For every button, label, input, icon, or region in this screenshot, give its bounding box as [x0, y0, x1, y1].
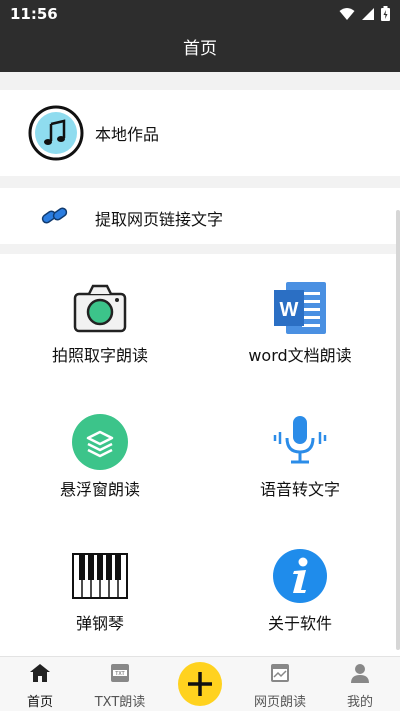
signal-icon [362, 7, 374, 20]
txt-file-icon: TXT [111, 664, 129, 682]
layers-icon [72, 414, 128, 470]
local-works-item[interactable]: 本地作品 [0, 90, 400, 176]
extract-link-item[interactable]: 提取网页链接文字 [0, 188, 400, 244]
person-icon [351, 664, 369, 683]
wifi-icon [339, 7, 355, 20]
scrollbar[interactable] [396, 210, 400, 650]
extract-link-label: 提取网页链接文字 [95, 210, 224, 229]
bottom-tab-bar: 首页 TXT TXT朗读 网页朗读 我的 [0, 656, 400, 711]
tab-home[interactable]: 首页 [0, 663, 80, 710]
tab-home-label: 首页 [26, 695, 53, 710]
status-icons [339, 6, 390, 21]
camera-icon [72, 280, 128, 336]
piano-label: 弹钢琴 [75, 614, 124, 633]
microphone-icon [272, 414, 328, 470]
page-title: 首页 [183, 39, 217, 59]
piano-icon [72, 548, 128, 604]
tab-mine[interactable]: 我的 [320, 663, 400, 710]
link-icon [40, 204, 70, 228]
float-window-tile[interactable]: 悬浮窗朗读 [0, 388, 200, 522]
status-bar: 11:56 [0, 0, 400, 28]
feature-grid: 拍照取字朗读 W word文档朗读 悬浮窗朗读 语音转文字 弹钢琴 关于软件 [0, 254, 400, 656]
word-doc-icon: W [272, 280, 328, 336]
music-note-icon [28, 105, 84, 161]
info-icon [272, 548, 328, 604]
tab-mine-label: 我的 [346, 695, 373, 710]
tab-txt[interactable]: TXT TXT朗读 [80, 663, 160, 710]
webpage-icon [271, 664, 289, 682]
word-doc-tile[interactable]: W word文档朗读 [200, 254, 400, 388]
status-time: 11:56 [10, 5, 58, 23]
tab-txt-label: TXT朗读 [94, 695, 146, 710]
photo-ocr-tile[interactable]: 拍照取字朗读 [0, 254, 200, 388]
speech-to-text-tile[interactable]: 语音转文字 [200, 388, 400, 522]
about-label: 关于软件 [267, 614, 332, 633]
word-doc-label: word文档朗读 [248, 346, 352, 365]
tab-webpage[interactable]: 网页朗读 [240, 663, 320, 710]
tab-webpage-label: 网页朗读 [253, 695, 306, 710]
home-icon [30, 664, 50, 682]
piano-tile[interactable]: 弹钢琴 [0, 522, 200, 656]
svg-text:TXT: TXT [115, 671, 124, 677]
app-bar: 首页 [0, 28, 400, 72]
float-window-label: 悬浮窗朗读 [59, 480, 140, 499]
add-button[interactable] [178, 662, 222, 706]
battery-icon [381, 6, 390, 21]
local-works-label: 本地作品 [95, 125, 160, 144]
plus-icon [188, 672, 212, 696]
speech-to-text-label: 语音转文字 [259, 480, 340, 499]
about-tile[interactable]: 关于软件 [200, 522, 400, 656]
photo-ocr-label: 拍照取字朗读 [51, 346, 148, 365]
svg-text:W: W [280, 299, 299, 321]
